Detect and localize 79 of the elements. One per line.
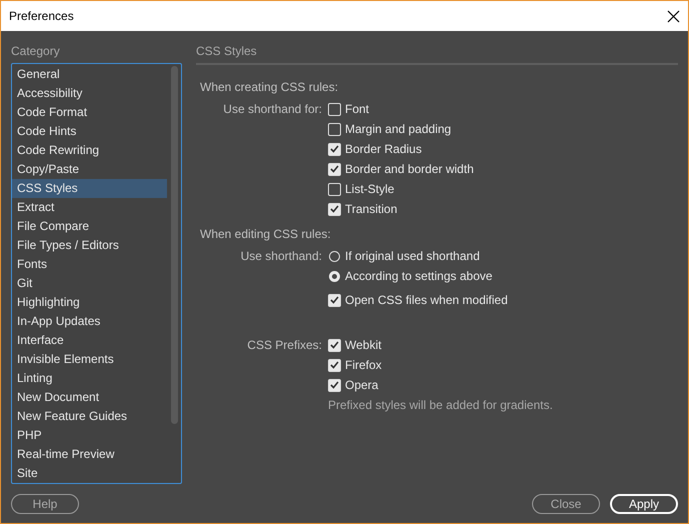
category-item[interactable]: Invisible Elements [12,350,167,369]
category-heading: Category [11,43,61,60]
checkbox-option[interactable]: Opera [328,375,553,395]
dialog-button[interactable]: Close [532,494,600,514]
category-item[interactable]: Extract [12,198,167,217]
option-text: Opera [345,378,378,392]
check-icon [330,205,339,213]
category-item[interactable]: Site [12,464,167,483]
category-item[interactable]: Copy/Paste [12,160,167,179]
checkbox[interactable] [328,142,341,156]
category-item[interactable]: Linting [12,369,167,388]
check-icon [330,165,339,173]
category-item[interactable]: Code Rewriting [12,141,167,160]
category-item[interactable]: In-App Updates [12,312,167,331]
checkbox[interactable] [328,202,341,216]
checkbox-option[interactable]: Firefox [328,355,553,375]
window-title: Preferences [9,9,74,23]
option-text: If original used shorthand [345,249,480,263]
option-text: Transition [345,202,398,216]
category-item[interactable]: Fonts [12,255,167,274]
checkbox-option[interactable]: Transition [328,199,474,219]
option-text: Font [345,102,370,116]
option-text: Open CSS files when modified [345,293,508,307]
radio-option[interactable]: If original used shorthand [328,246,508,266]
category-item[interactable]: Accessibility [12,84,167,103]
checkbox-option[interactable]: Border Radius [328,139,474,159]
category-item[interactable]: Interface [12,331,167,350]
checkbox[interactable] [328,122,341,136]
checkbox[interactable] [328,378,341,392]
option-text: Firefox [345,358,382,372]
option-label: Use shorthand for: [222,101,322,118]
checkbox-option[interactable]: Font [328,99,474,119]
radio-button[interactable] [329,270,340,282]
category-item[interactable]: General [12,65,167,84]
category-item[interactable]: PHP [12,426,167,445]
checkbox[interactable] [328,338,341,352]
check-icon [330,145,339,153]
checkbox-option[interactable]: List-Style [328,179,474,199]
scrollbar-thumb[interactable] [171,66,178,424]
option-text: According to settings above [345,269,492,283]
checkbox[interactable] [328,162,341,176]
radio-button[interactable] [329,250,340,262]
category-item[interactable]: New Document [12,388,167,407]
section-heading: When editing CSS rules: [199,226,332,243]
apply-button[interactable]: Apply [610,494,678,514]
checkbox[interactable] [328,182,341,196]
option-text: Webkit [345,338,382,352]
option-text: Border and border width [345,162,474,176]
check-icon [330,361,339,369]
option-label: CSS Prefixes: [246,337,322,354]
checkbox-option[interactable]: Border and border width [328,159,474,179]
checkbox-option[interactable]: Margin and padding [328,119,474,139]
check-icon [330,296,339,304]
checkbox[interactable] [328,358,341,372]
option-label: Use shorthand: [240,248,322,265]
dialog-button[interactable]: Help [11,494,79,514]
category-item[interactable]: Highlighting [12,293,167,312]
checkbox[interactable] [328,102,341,116]
checkbox[interactable] [328,294,341,306]
category-item[interactable]: New Feature Guides [12,407,167,426]
hint-text: Prefixed styles will be added for gradients. [328,397,553,414]
option-text: List-Style [345,182,394,196]
category-item[interactable]: Git [12,274,167,293]
radio-option[interactable]: According to settings above [328,266,508,286]
category-item[interactable]: Code Hints [12,122,167,141]
section-heading: When creating CSS rules: [199,79,340,96]
category-item[interactable]: File Types / Editors [12,236,167,255]
checkbox-option[interactable]: Open CSS files when modified [328,290,508,310]
checkbox-option[interactable]: Webkit [328,335,553,355]
close-icon[interactable] [667,10,680,22]
category-item[interactable]: Real-time Preview [12,445,167,464]
check-icon [330,381,339,389]
category-item[interactable]: Code Format [12,103,167,122]
category-item[interactable]: File Compare [12,217,167,236]
option-text: Border Radius [345,142,422,156]
panel-title: CSS Styles [196,43,258,60]
category-item[interactable]: CSS Styles [12,179,167,198]
check-icon [330,341,339,349]
option-text: Margin and padding [345,122,452,136]
